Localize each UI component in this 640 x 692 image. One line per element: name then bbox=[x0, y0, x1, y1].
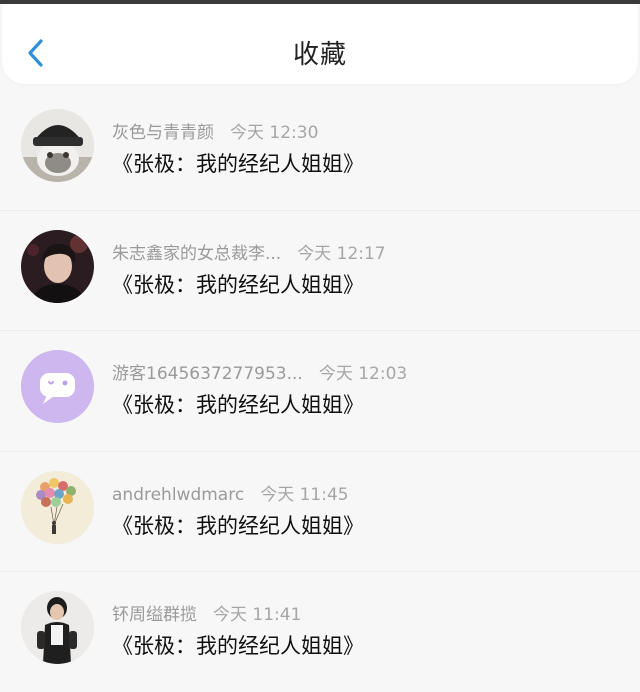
favorite-title[interactable]: 《张极：我的经纪人姐姐》 bbox=[112, 148, 364, 178]
page-title: 收藏 bbox=[292, 40, 347, 70]
timestamp: 今天 12:17 bbox=[297, 243, 386, 264]
timestamp: 今天 11:41 bbox=[213, 605, 302, 625]
portrait-avatar[interactable] bbox=[21, 229, 94, 303]
favorite-title[interactable]: 《张极：我的经纪人姐姐》 bbox=[112, 389, 364, 419]
list-item[interactable]: 游客1645637277953... 今天 12:03 《张极：我的经纪人姐姐》 bbox=[0, 330, 640, 451]
chat-bubble-avatar[interactable] bbox=[21, 350, 94, 423]
favorites-list: 灰色与青青颜 今天 12:30 《张极：我的经纪人姐姐》 朱志鑫家的女总裁李...… bbox=[0, 90, 640, 692]
list-item[interactable]: 朱志鑫家的女总裁李... 今天 12:17 《张极：我的经纪人姐姐》 bbox=[0, 209, 640, 331]
nav-header: 收藏 bbox=[2, 4, 638, 84]
timestamp: 今天 12:30 bbox=[230, 123, 319, 143]
list-item[interactable]: andrehlwdmarc 今天 11:45 《张极：我的经纪人姐姐》 bbox=[0, 450, 640, 572]
child-avatar[interactable] bbox=[21, 591, 94, 664]
username[interactable]: 游客1645637277953... bbox=[112, 364, 303, 384]
favorite-title[interactable]: 《张极：我的经纪人姐姐》 bbox=[112, 630, 364, 660]
username[interactable]: 灰色与青青颜 bbox=[112, 123, 214, 143]
cat-with-beanie-avatar[interactable] bbox=[21, 109, 94, 182]
username[interactable]: 朱志鑫家的女总裁李... bbox=[112, 244, 281, 264]
balloons-avatar[interactable] bbox=[21, 470, 94, 544]
timestamp: 今天 12:03 bbox=[318, 364, 408, 384]
favorite-title[interactable]: 《张极：我的经纪人姐姐》 bbox=[112, 269, 364, 299]
username[interactable]: 钚周缢群揽 bbox=[112, 605, 197, 625]
list-item[interactable]: 钚周缢群揽 今天 11:41 《张极：我的经纪人姐姐》 bbox=[0, 571, 640, 692]
favorite-title[interactable]: 《张极：我的经纪人姐姐》 bbox=[112, 510, 364, 540]
username[interactable]: andrehlwdmarc bbox=[112, 485, 244, 505]
list-item[interactable]: 灰色与青青颜 今天 12:30 《张极：我的经纪人姐姐》 bbox=[0, 90, 640, 210]
timestamp: 今天 11:45 bbox=[260, 484, 349, 505]
